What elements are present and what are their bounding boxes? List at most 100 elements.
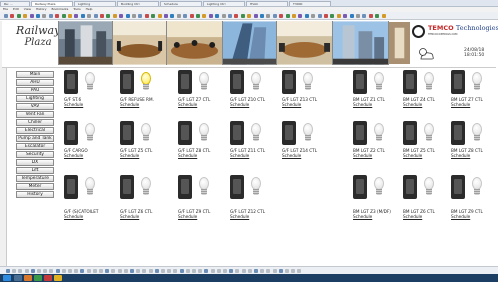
toolbar-button-icon[interactable]	[144, 14, 149, 18]
status-bar-icon[interactable]	[80, 269, 85, 273]
toolbar-button-icon[interactable]	[80, 14, 85, 18]
toolbar-button-icon[interactable]	[138, 14, 143, 18]
status-bar-icon[interactable]	[161, 269, 165, 273]
toolbar-button-icon[interactable]	[260, 14, 264, 18]
taskbar-app-icon[interactable]	[24, 275, 32, 281]
schedule-link[interactable]: Schedule	[451, 214, 470, 219]
toolbar-button-icon[interactable]	[196, 14, 200, 18]
schedule-link[interactable]: Schedule	[230, 214, 249, 219]
toolbar-button-icon[interactable]	[29, 14, 34, 18]
toolbar-button-icon[interactable]	[208, 14, 213, 18]
toolbar-button-icon[interactable]	[42, 14, 47, 18]
light-switch-toggle[interactable]	[230, 70, 244, 94]
toolbar-button-icon[interactable]	[61, 14, 66, 18]
status-bar-icon[interactable]	[117, 269, 122, 273]
toolbar-button-icon[interactable]	[324, 14, 328, 18]
toolbar-button-icon[interactable]	[285, 14, 290, 18]
toolbar-button-icon[interactable]	[55, 14, 60, 18]
toolbar-button-icon[interactable]	[74, 14, 79, 18]
toolbar-button-icon[interactable]	[336, 14, 341, 18]
status-bar-icon[interactable]	[167, 269, 172, 273]
status-bar-icon[interactable]	[216, 269, 221, 273]
schedule-link[interactable]: Schedule	[178, 214, 197, 219]
toolbar-button-icon[interactable]	[221, 14, 226, 18]
sidebar-item-dx[interactable]: DX	[16, 158, 54, 167]
light-switch-toggle[interactable]	[451, 70, 465, 94]
toolbar-button-icon[interactable]	[375, 14, 380, 18]
toolbar-button-icon[interactable]	[253, 14, 258, 18]
light-switch-toggle[interactable]	[282, 121, 296, 145]
status-bar-icon[interactable]	[235, 269, 240, 273]
schedule-link[interactable]: Schedule	[120, 214, 139, 219]
sidebar-item-electrical[interactable]: Electrical	[16, 126, 54, 135]
toolbar-button-icon[interactable]	[4, 14, 8, 18]
toolbar-button-icon[interactable]	[240, 14, 245, 18]
sidebar-item-temperature[interactable]: Temperature	[16, 174, 54, 183]
status-bar-icon[interactable]	[99, 269, 103, 273]
status-bar-icon[interactable]	[192, 269, 196, 273]
light-switch-toggle[interactable]	[120, 121, 134, 145]
toolbar-button-icon[interactable]	[279, 14, 284, 18]
status-bar-icon[interactable]	[266, 269, 271, 273]
sidebar-item-lift[interactable]: Lift	[16, 166, 54, 175]
schedule-link[interactable]: Schedule	[64, 102, 83, 107]
light-switch-toggle[interactable]	[120, 175, 134, 199]
light-switch-toggle[interactable]	[403, 121, 417, 145]
toolbar-button-icon[interactable]	[48, 14, 53, 18]
sidebar-item-pump-and-tank[interactable]: Pump and Tank	[16, 134, 54, 143]
status-bar-icon[interactable]	[210, 269, 215, 273]
schedule-link[interactable]: Schedule	[353, 153, 372, 158]
status-bar-icon[interactable]	[43, 269, 48, 273]
status-bar-icon[interactable]	[6, 269, 10, 273]
schedule-link[interactable]: Schedule	[282, 102, 301, 107]
menu-history[interactable]: History	[36, 7, 47, 11]
schedule-link[interactable]: Schedule	[451, 153, 470, 158]
sidebar-item-security[interactable]: Security	[16, 150, 54, 159]
status-bar-icon[interactable]	[272, 269, 277, 273]
light-switch-toggle[interactable]	[64, 70, 78, 94]
sidebar-item-vent-fan[interactable]: Vent Fan	[16, 110, 54, 119]
light-switch-toggle[interactable]	[451, 175, 465, 199]
schedule-link[interactable]: Schedule	[353, 102, 372, 107]
toolbar-button-icon[interactable]	[23, 14, 28, 18]
status-bar-icon[interactable]	[229, 269, 234, 273]
taskbar-app-icon[interactable]	[34, 275, 42, 281]
toolbar-button-icon[interactable]	[311, 14, 316, 18]
status-bar-icon[interactable]	[148, 269, 153, 273]
toolbar-button-icon[interactable]	[272, 14, 277, 18]
toolbar-button-icon[interactable]	[292, 14, 296, 18]
start-button[interactable]	[3, 275, 11, 281]
toolbar-button-icon[interactable]	[304, 14, 309, 18]
toolbar-button-icon[interactable]	[125, 14, 130, 18]
taskbar-app-icon[interactable]	[14, 275, 22, 281]
toolbar-button-icon[interactable]	[164, 14, 168, 18]
toolbar-button-icon[interactable]	[36, 14, 40, 18]
schedule-link[interactable]: Schedule	[451, 102, 470, 107]
toolbar-button-icon[interactable]	[87, 14, 92, 18]
toolbar-button-icon[interactable]	[356, 14, 360, 18]
toolbar-button-icon[interactable]	[298, 14, 303, 18]
sidebar-item-history[interactable]: History	[16, 190, 54, 199]
status-bar-icon[interactable]	[92, 269, 97, 273]
status-bar-icon[interactable]	[204, 269, 209, 273]
sidebar-item-pau[interactable]: PAU	[16, 86, 54, 95]
status-bar-icon[interactable]	[291, 269, 296, 273]
status-bar-icon[interactable]	[142, 269, 147, 273]
toolbar-button-icon[interactable]	[381, 14, 386, 18]
schedule-link[interactable]: Schedule	[282, 153, 301, 158]
light-switch-toggle[interactable]	[230, 175, 244, 199]
schedule-link[interactable]: Schedule	[403, 153, 422, 158]
light-switch-toggle[interactable]	[230, 121, 244, 145]
light-switch-toggle[interactable]	[451, 121, 465, 145]
toolbar-button-icon[interactable]	[183, 14, 188, 18]
toolbar-button-icon[interactable]	[202, 14, 207, 18]
status-bar-icon[interactable]	[105, 269, 110, 273]
toolbar-button-icon[interactable]	[362, 14, 367, 18]
status-bar-icon[interactable]	[179, 269, 184, 273]
status-bar-icon[interactable]	[130, 269, 134, 273]
toolbar-button-icon[interactable]	[266, 14, 271, 18]
light-switch-toggle[interactable]	[403, 70, 417, 94]
toolbar-button-icon[interactable]	[170, 14, 175, 18]
toolbar-button-icon[interactable]	[343, 14, 348, 18]
schedule-link[interactable]: Schedule	[230, 153, 249, 158]
